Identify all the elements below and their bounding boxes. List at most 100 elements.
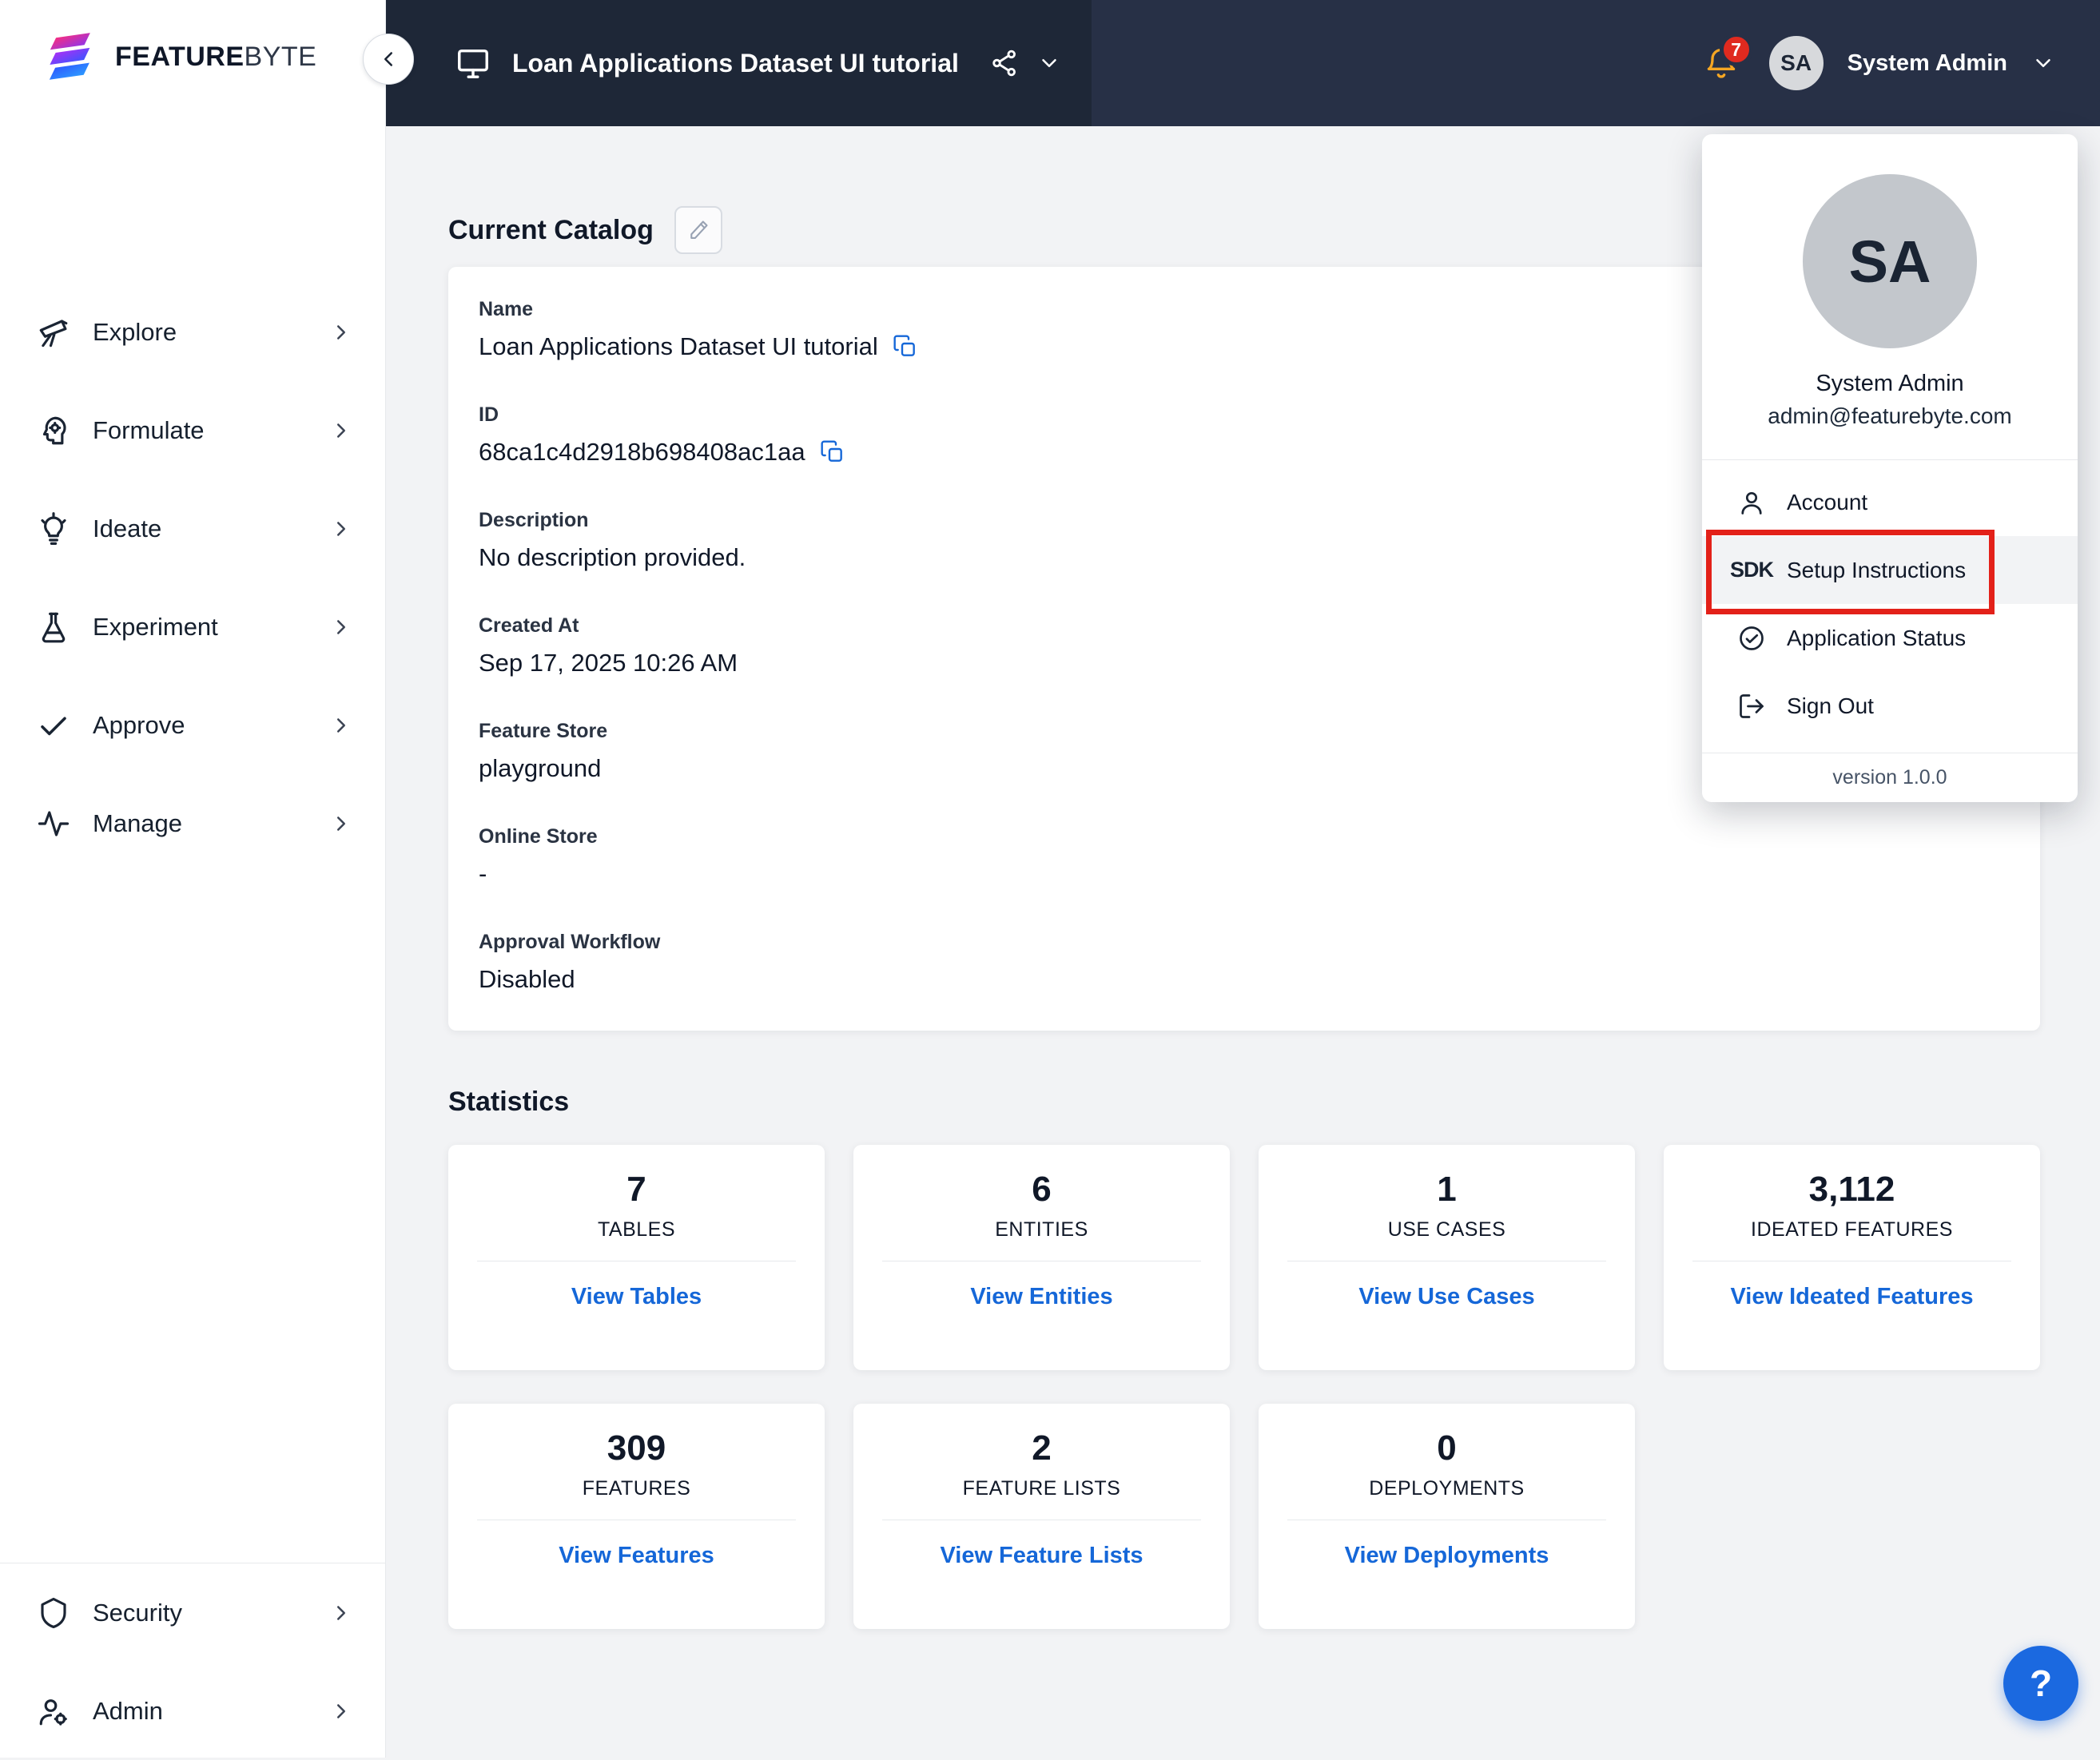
stat-label: FEATURE LISTS (853, 1477, 1230, 1500)
menu-item-label: Application Status (1787, 626, 1966, 651)
monitor-icon (455, 45, 491, 81)
menu-item-application-status[interactable]: Application Status (1702, 604, 2078, 672)
user-menu-avatar: SA (1803, 174, 1977, 348)
view-tables-link[interactable]: View Tables (571, 1284, 702, 1310)
telescope-icon (37, 316, 70, 349)
field-value: 68ca1c4d2918b698408ac1aa (479, 436, 805, 468)
field-value: playground (479, 753, 601, 785)
notifications-button[interactable]: 7 (1704, 46, 1739, 81)
field-label: Approval Workflow (479, 930, 2008, 954)
chevron-right-icon (329, 615, 353, 639)
menu-item-account[interactable]: Account (1702, 468, 2078, 536)
chevron-right-icon (329, 713, 353, 737)
user-menu-name: System Admin (1702, 371, 2078, 397)
field-online-store: Online Store - (479, 824, 2008, 890)
featurebyte-logo: FEATUREBYTE (0, 0, 385, 86)
menu-item-label: Setup Instructions (1787, 558, 1966, 583)
sidebar-item-experiment[interactable]: Experiment (0, 578, 385, 676)
view-features-link[interactable]: View Features (559, 1543, 714, 1569)
sidebar-item-label: Ideate (93, 514, 161, 543)
stat-value: 3,112 (1664, 1169, 2040, 1210)
view-deployments-link[interactable]: View Deployments (1345, 1543, 1549, 1569)
activity-icon (37, 807, 70, 840)
stat-label: USE CASES (1259, 1218, 1635, 1242)
catalog-title: Loan Applications Dataset UI tutorial (512, 49, 959, 78)
stat-label: IDEATED FEATURES (1664, 1218, 2040, 1242)
sidebar-item-formulate[interactable]: Formulate (0, 381, 385, 479)
catalog-chevron-down-icon[interactable] (1037, 51, 1061, 75)
sidebar-item-security[interactable]: Security (0, 1563, 385, 1662)
share-icon[interactable] (989, 48, 1020, 78)
sidebar-bottom-nav: Security Admin (0, 1563, 385, 1760)
lightbulb-icon (37, 512, 70, 546)
chevron-right-icon (329, 812, 353, 836)
sidebar-item-label: Security (93, 1599, 182, 1627)
field-value: - (479, 858, 487, 890)
topbar-catalog-section: Loan Applications Dataset UI tutorial (386, 0, 1092, 126)
sidebar: FEATUREBYTE Explore Formulate Ideat (0, 0, 386, 1758)
topbar-user-section: 7 SA System Admin (1092, 0, 2100, 126)
help-button[interactable]: ? (2003, 1646, 2078, 1721)
shield-icon (37, 1596, 70, 1630)
stat-card-features: 309 FEATURES View Features (448, 1404, 825, 1629)
user-menu-email: admin@featurebyte.com (1702, 403, 2078, 429)
menu-item-sign-out[interactable]: Sign Out (1702, 672, 2078, 740)
stat-card-tables: 7 TABLES View Tables (448, 1145, 825, 1370)
chevron-left-icon (376, 47, 400, 71)
sidebar-item-label: Explore (93, 318, 177, 347)
stat-card-feature-lists: 2 FEATURE LISTS View Feature Lists (853, 1404, 1230, 1629)
sidebar-item-manage[interactable]: Manage (0, 774, 385, 872)
view-entities-link[interactable]: View Entities (970, 1284, 1112, 1310)
sidebar-item-label: Admin (93, 1697, 163, 1726)
sidebar-item-label: Approve (93, 711, 185, 740)
copy-icon[interactable] (893, 334, 918, 360)
sidebar-item-admin[interactable]: Admin (0, 1662, 385, 1760)
chevron-right-icon (329, 517, 353, 541)
stat-label: DEPLOYMENTS (1259, 1477, 1635, 1500)
view-ideated-features-link[interactable]: View Ideated Features (1730, 1284, 1973, 1310)
menu-item-sdk-setup-instructions[interactable]: SDK Setup Instructions (1702, 536, 2078, 604)
field-label: Online Store (479, 824, 2008, 848)
chevron-right-icon (329, 1699, 353, 1723)
flask-icon (37, 610, 70, 644)
stat-label: FEATURES (448, 1477, 825, 1500)
field-value: Disabled (479, 963, 575, 995)
sidebar-item-approve[interactable]: Approve (0, 676, 385, 774)
sidebar-collapse-button[interactable] (363, 34, 414, 85)
sidebar-item-ideate[interactable]: Ideate (0, 479, 385, 578)
menu-item-label: Sign Out (1787, 693, 1874, 719)
statistics-grid: 7 TABLES View Tables 6 ENTITIES View Ent… (448, 1145, 2040, 1629)
sidebar-item-label: Manage (93, 809, 182, 838)
stat-label: ENTITIES (853, 1218, 1230, 1242)
sidebar-item-explore[interactable]: Explore (0, 283, 385, 381)
user-gear-icon (37, 1694, 70, 1728)
stat-card-deployments: 0 DEPLOYMENTS View Deployments (1259, 1404, 1635, 1629)
brand-text: FEATUREBYTE (115, 42, 316, 73)
stat-card-entities: 6 ENTITIES View Entities (853, 1145, 1230, 1370)
user-avatar[interactable]: SA (1769, 36, 1824, 90)
user-menu-chevron-down-icon[interactable] (2031, 51, 2055, 75)
field-value: Loan Applications Dataset UI tutorial (479, 331, 878, 363)
view-use-cases-link[interactable]: View Use Cases (1358, 1284, 1534, 1310)
chevron-right-icon (329, 419, 353, 443)
menu-item-label: Account (1787, 490, 1867, 515)
view-feature-lists-link[interactable]: View Feature Lists (940, 1543, 1143, 1569)
stat-value: 7 (448, 1169, 825, 1210)
check-circle-icon (1736, 624, 1768, 653)
user-menu-list: Account SDK Setup Instructions Applicati… (1702, 460, 2078, 748)
stat-card-ideated-features: 3,112 IDEATED FEATURES View Ideated Feat… (1664, 1145, 2040, 1370)
copy-icon[interactable] (820, 439, 845, 465)
check-icon (37, 709, 70, 742)
version-label: version 1.0.0 (1702, 753, 2078, 789)
topbar: Loan Applications Dataset UI tutorial 7 … (386, 0, 2100, 126)
user-name[interactable]: System Admin (1847, 50, 2007, 77)
chevron-right-icon (329, 1601, 353, 1625)
user-dropdown-menu: SA System Admin admin@featurebyte.com Ac… (1702, 134, 2078, 802)
statistics-heading: Statistics (448, 1087, 2041, 1118)
field-value: Sep 17, 2025 10:26 AM (479, 647, 738, 679)
sidebar-item-label: Formulate (93, 416, 205, 445)
edit-catalog-button[interactable] (674, 206, 722, 254)
sign-out-icon (1736, 692, 1768, 721)
stat-label: TABLES (448, 1218, 825, 1242)
featurebyte-logo-icon (42, 27, 101, 86)
